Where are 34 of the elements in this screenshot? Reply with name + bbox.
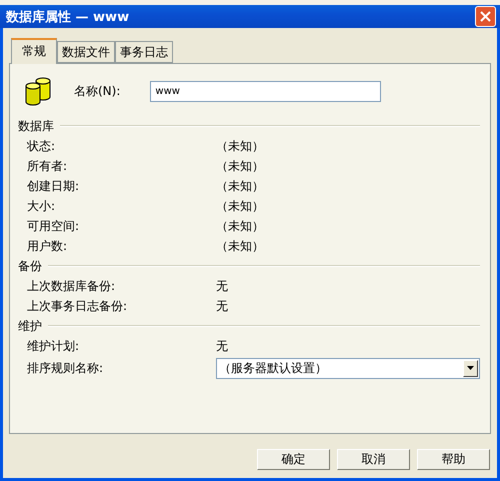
property-label: 维护计划: — [27, 338, 80, 354]
property-value: 无 — [216, 278, 229, 294]
tab[interactable]: 事务日志 — [115, 41, 173, 63]
dialog-button[interactable]: 帮助 — [417, 449, 490, 470]
name-label: 名称(N): — [74, 82, 120, 100]
property-value: （未知） — [216, 198, 265, 214]
property-label: 排序规则名称: — [27, 360, 104, 376]
property-label: 用户数: — [27, 238, 68, 254]
dialog-button[interactable]: 取消 — [337, 449, 410, 470]
tab[interactable]: 常规 — [11, 38, 57, 64]
section-title: 数据库 — [18, 118, 54, 134]
property-value: （未知） — [216, 138, 265, 154]
close-icon — [480, 11, 491, 22]
property-label: 状态: — [27, 138, 56, 154]
section-title: 备份 — [18, 258, 42, 274]
name-field[interactable]: www — [150, 80, 382, 102]
property-value: （未知） — [216, 178, 265, 194]
property-label: 创建日期: — [27, 178, 80, 194]
property-label: 大小: — [27, 198, 56, 214]
property-value: （未知） — [216, 218, 265, 234]
collation-dropdown[interactable]: （服务器默认设置） — [216, 358, 480, 378]
dialog-button[interactable]: 确定 — [257, 449, 330, 470]
close-button[interactable] — [475, 6, 496, 27]
property-label: 所有者: — [27, 158, 68, 174]
window-title: 数据库属性 — www — [6, 8, 130, 26]
section-title: 维护 — [18, 318, 42, 334]
property-value: （未知） — [216, 238, 265, 254]
property-label: 可用空间: — [27, 218, 80, 234]
property-value: 无 — [216, 298, 229, 314]
property-value: （未知） — [216, 158, 265, 174]
property-label: 上次数据库备份: — [27, 278, 116, 294]
property-label: 上次事务日志备份: — [27, 298, 128, 314]
property-value: 无 — [216, 338, 229, 354]
tab[interactable]: 数据文件 — [57, 41, 115, 63]
